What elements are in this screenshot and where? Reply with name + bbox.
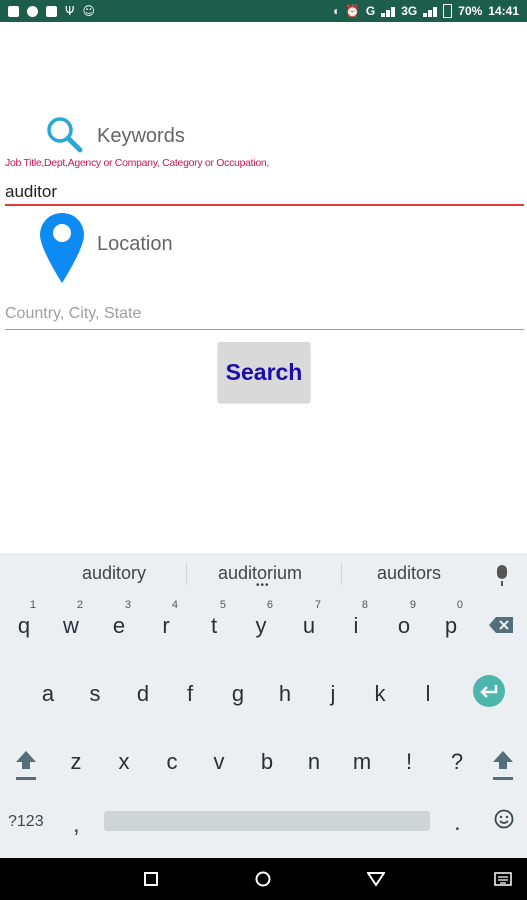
signal-icon bbox=[381, 5, 396, 17]
suggestion-strip: auditory auditorium ••• auditors bbox=[0, 553, 527, 593]
more-suggestions-dots: ••• bbox=[256, 580, 270, 591]
keywords-input[interactable] bbox=[5, 181, 520, 203]
key-y[interactable]: 6y bbox=[237, 597, 285, 649]
battery-level: 70% bbox=[458, 4, 483, 18]
microphone-icon[interactable] bbox=[497, 565, 507, 586]
key-k[interactable]: k bbox=[356, 665, 404, 717]
back-icon[interactable] bbox=[367, 871, 385, 887]
shift-icon-right[interactable] bbox=[492, 749, 514, 783]
emoji-icon[interactable] bbox=[494, 809, 514, 829]
key-t[interactable]: 5t bbox=[190, 597, 238, 649]
location-pin-icon bbox=[40, 213, 84, 283]
key-a[interactable]: a bbox=[24, 665, 72, 717]
location-input[interactable] bbox=[5, 303, 520, 325]
key-p[interactable]: 0p bbox=[427, 597, 475, 649]
key-d[interactable]: d bbox=[119, 665, 167, 717]
key-m[interactable]: m bbox=[338, 733, 386, 785]
period-key[interactable]: . bbox=[454, 809, 461, 837]
keyboard-icon[interactable] bbox=[494, 872, 512, 886]
clock: 14:41 bbox=[488, 4, 519, 18]
key-l[interactable]: l bbox=[404, 665, 452, 717]
backspace-icon[interactable] bbox=[488, 616, 514, 634]
shift-icon[interactable] bbox=[15, 749, 37, 783]
carrier-label: G bbox=[365, 4, 376, 18]
suggestion-right[interactable]: auditors bbox=[377, 563, 441, 584]
key-exclamation[interactable]: ! bbox=[385, 733, 433, 785]
keywords-underline bbox=[5, 204, 524, 206]
keyboard: auditory auditorium ••• auditors 1q 2w 3… bbox=[0, 553, 527, 858]
network-label: 3G bbox=[401, 4, 418, 18]
space-bar[interactable] bbox=[104, 811, 430, 831]
notification-icon bbox=[8, 5, 19, 17]
suggestion-divider bbox=[341, 563, 342, 585]
recents-icon[interactable] bbox=[144, 872, 158, 886]
image-icon bbox=[46, 5, 57, 17]
signal-icon-2 bbox=[423, 5, 438, 17]
key-z[interactable]: z bbox=[52, 733, 100, 785]
key-s[interactable]: s bbox=[71, 665, 119, 717]
usb-icon: Ψ bbox=[65, 4, 75, 18]
search-icon bbox=[47, 117, 83, 153]
key-f[interactable]: f bbox=[166, 665, 214, 717]
symbols-key[interactable]: ?123 bbox=[8, 813, 44, 831]
key-question[interactable]: ? bbox=[433, 733, 481, 785]
key-c[interactable]: c bbox=[148, 733, 196, 785]
location-underline bbox=[5, 329, 524, 330]
key-r[interactable]: 4r bbox=[142, 597, 190, 649]
comma-key[interactable]: , bbox=[73, 811, 80, 839]
key-w[interactable]: 2w bbox=[47, 597, 95, 649]
keywords-label: Keywords bbox=[97, 125, 185, 147]
enter-icon[interactable] bbox=[473, 675, 505, 707]
key-i[interactable]: 8i bbox=[332, 597, 380, 649]
key-g[interactable]: g bbox=[214, 665, 262, 717]
search-button[interactable]: Search bbox=[218, 342, 310, 402]
key-j[interactable]: j bbox=[309, 665, 357, 717]
suggestion-left[interactable]: auditory bbox=[82, 563, 146, 584]
key-o[interactable]: 9o bbox=[380, 597, 428, 649]
key-u[interactable]: 7u bbox=[285, 597, 333, 649]
key-e[interactable]: 3e bbox=[95, 597, 143, 649]
android-icon: ☺ bbox=[82, 4, 95, 18]
key-v[interactable]: v bbox=[195, 733, 243, 785]
battery-icon bbox=[443, 4, 453, 18]
suggestion-divider bbox=[186, 563, 187, 585]
key-x[interactable]: x bbox=[100, 733, 148, 785]
alarm-icon: ⏰ bbox=[344, 4, 360, 18]
status-bar: Ψ ☺ ◖ ⏰ G 3G 70% 14:41 bbox=[0, 0, 527, 22]
key-b[interactable]: b bbox=[243, 733, 291, 785]
whatsapp-icon bbox=[27, 5, 38, 17]
location-label: Location bbox=[97, 233, 173, 255]
keywords-hint: Job Title,Dept,Agency or Company, Catego… bbox=[5, 157, 270, 169]
key-h[interactable]: h bbox=[261, 665, 309, 717]
headset-icon: ◖ bbox=[331, 4, 339, 18]
navigation-bar bbox=[0, 858, 527, 900]
key-q[interactable]: 1q bbox=[0, 597, 48, 649]
key-n[interactable]: n bbox=[290, 733, 338, 785]
home-icon[interactable] bbox=[255, 871, 271, 887]
